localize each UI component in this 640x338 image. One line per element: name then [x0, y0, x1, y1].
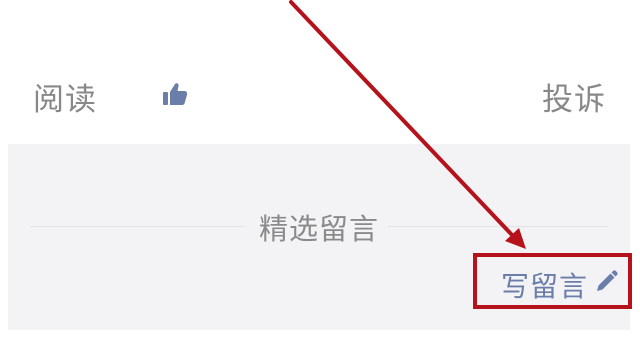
- pencil-icon: [597, 270, 618, 291]
- article-action-bar: 阅读 投诉: [0, 60, 640, 130]
- thumbs-up-icon[interactable]: [162, 82, 188, 106]
- featured-comments-title: 精选留言: [258, 212, 379, 246]
- read-count-label: 阅读: [33, 82, 97, 118]
- article-footer: 阅读 投诉 精选留言 写留言: [0, 0, 640, 338]
- write-comment-button[interactable]: 写留言: [473, 253, 632, 309]
- comments-panel: 精选留言 写留言: [8, 144, 632, 330]
- complain-link[interactable]: 投诉: [542, 74, 606, 119]
- write-comment-label: 写留言: [501, 270, 589, 303]
